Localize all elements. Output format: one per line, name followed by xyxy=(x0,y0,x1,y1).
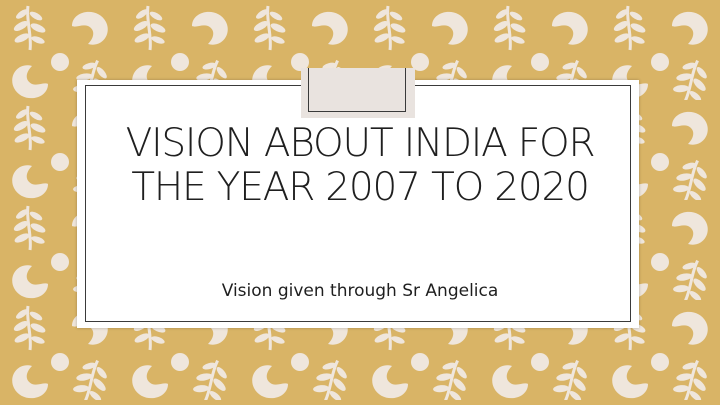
slide-title: VISION ABOUT INDIA FOR THE YEAR 2007 TO … xyxy=(125,121,596,210)
decorative-tab-inner xyxy=(308,68,406,112)
slide-subtitle: Vision given through Sr Angelica xyxy=(221,281,499,301)
decorative-tab xyxy=(301,68,415,118)
